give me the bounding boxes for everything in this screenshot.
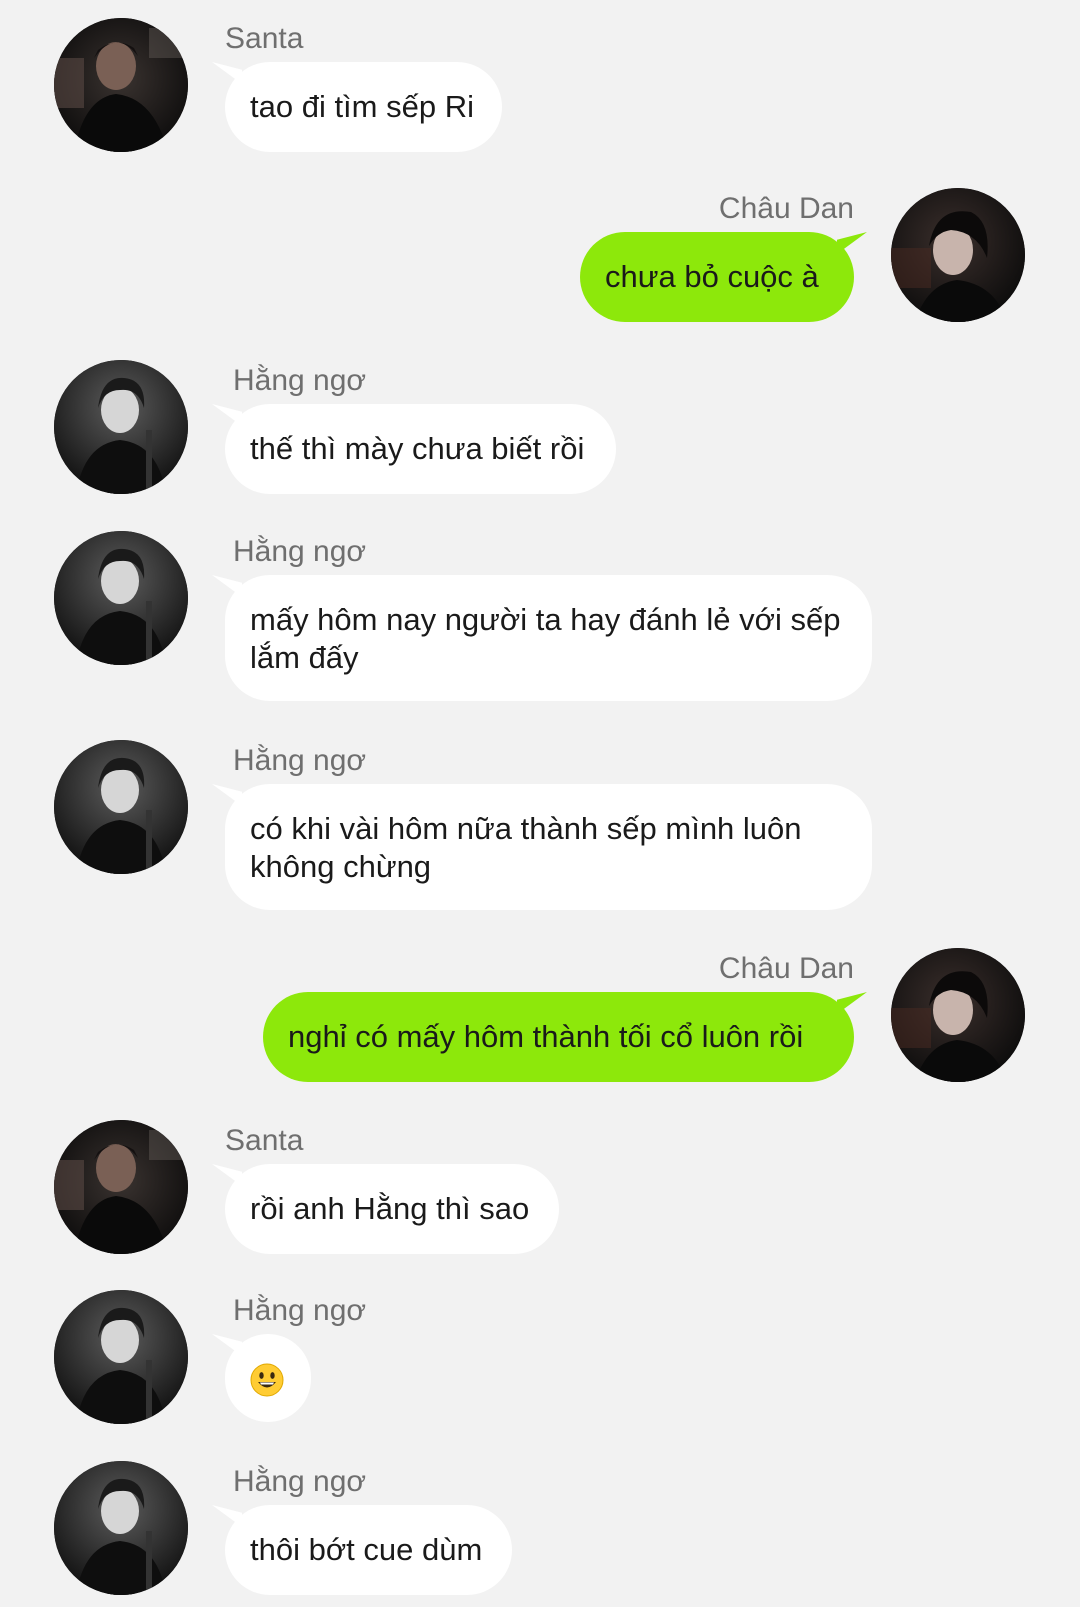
hang-ngo-avatar[interactable] <box>54 1290 188 1424</box>
message-text: mấy hôm nay người ta hay đánh lẻ với sếp… <box>250 602 841 675</box>
message-bubble[interactable]: có khi vài hôm nữa thành sếp mình luôn k… <box>225 784 872 910</box>
message-bubble[interactable]: mấy hôm nay người ta hay đánh lẻ với sếp… <box>225 575 872 701</box>
message-bubble[interactable]: chưa bỏ cuộc à <box>580 232 854 322</box>
message-text: nghỉ có mấy hôm thành tối cổ luôn rồi <box>288 1019 804 1054</box>
smiley-emoji-icon <box>250 1363 284 1397</box>
message-text: có khi vài hôm nữa thành sếp mình luôn k… <box>250 811 802 884</box>
chat-thread: Santa tao đi tìm sếp Ri Châu Dan chưa bỏ… <box>0 0 1080 1607</box>
hang-ngo-avatar[interactable] <box>54 531 188 665</box>
hang-ngo-avatar[interactable] <box>54 740 188 874</box>
santa-avatar[interactable] <box>54 1120 188 1254</box>
message-bubble[interactable]: thôi bớt cue dùm <box>225 1505 512 1595</box>
sender-name: Châu Dan <box>718 952 854 985</box>
message-bubble[interactable]: tao đi tìm sếp Ri <box>225 62 502 152</box>
hang-ngo-avatar[interactable] <box>54 360 188 494</box>
sender-name: Hằng ngơ <box>233 364 367 397</box>
sender-name: Hằng ngơ <box>233 744 367 777</box>
sender-name: Hằng ngơ <box>233 1294 367 1327</box>
message-text: rồi anh Hằng thì sao <box>250 1191 530 1226</box>
message-bubble[interactable]: rồi anh Hằng thì sao <box>225 1164 559 1254</box>
sender-name: Hằng ngơ <box>233 535 367 568</box>
hang-ngo-avatar[interactable] <box>54 1461 188 1595</box>
message-text: thế thì mày chưa biết rồi <box>250 431 585 466</box>
sender-name: Santa <box>225 1124 304 1157</box>
sender-name: Santa <box>225 22 304 55</box>
santa-avatar[interactable] <box>54 18 188 152</box>
message-text: chưa bỏ cuộc à <box>605 259 819 294</box>
message-bubble[interactable] <box>225 1334 311 1422</box>
sender-name: Châu Dan <box>718 192 854 225</box>
message-text: tao đi tìm sếp Ri <box>250 89 474 124</box>
chau-dan-avatar[interactable] <box>891 948 1025 1082</box>
message-bubble[interactable]: thế thì mày chưa biết rồi <box>225 404 616 494</box>
message-text: thôi bớt cue dùm <box>250 1532 483 1567</box>
chau-dan-avatar[interactable] <box>891 188 1025 322</box>
sender-name: Hằng ngơ <box>233 1465 367 1498</box>
message-bubble[interactable]: nghỉ có mấy hôm thành tối cổ luôn rồi <box>263 992 854 1082</box>
